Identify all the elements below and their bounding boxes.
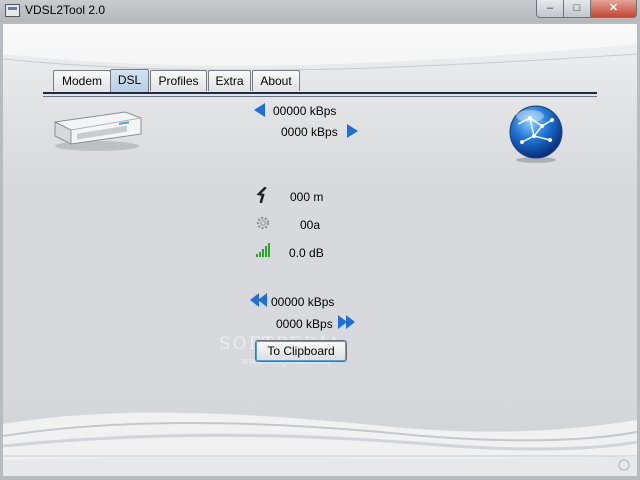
tab-underline-shadow xyxy=(43,96,597,97)
client-area: Modem DSL Profiles Extra About 00000 kBp… xyxy=(3,24,637,476)
tab-modem[interactable]: Modem xyxy=(53,70,111,91)
upstream-actual-rate: 00000 kBps xyxy=(273,104,337,118)
close-button[interactable]: ✕ xyxy=(590,0,637,18)
tab-extra-label: Extra xyxy=(215,74,244,88)
globe-icon xyxy=(509,105,563,163)
downstream-max-rate: 0000 kBps xyxy=(276,317,333,331)
tab-extra[interactable]: Extra xyxy=(208,70,251,91)
arrow-right-icon xyxy=(347,124,358,138)
tab-dsl[interactable]: DSL xyxy=(110,69,149,92)
resize-grip-icon[interactable] xyxy=(617,458,631,472)
double-arrow-left-icon xyxy=(250,293,270,307)
line-distance: 000 m xyxy=(290,190,324,204)
title-bar[interactable]: VDSL2Tool 2.0 – □ ✕ xyxy=(0,0,640,22)
upstream-max-rate: 00000 kBps xyxy=(271,295,335,309)
maximize-button[interactable]: □ xyxy=(563,0,591,18)
copy-to-clipboard-button[interactable]: To Clipboard xyxy=(255,340,347,362)
app-icon xyxy=(5,4,20,17)
tab-dsl-label: DSL xyxy=(117,73,142,87)
window-title: VDSL2Tool 2.0 xyxy=(25,3,106,17)
minimize-button[interactable]: – xyxy=(536,0,564,18)
line-profile: 00a xyxy=(300,218,321,232)
tab-about-label: About xyxy=(260,74,292,88)
tab-underline xyxy=(43,92,597,94)
gear-icon xyxy=(256,216,270,230)
app-window: VDSL2Tool 2.0 – □ ✕ Modem DSL Profiles E… xyxy=(0,0,640,480)
modem-icon xyxy=(54,111,142,151)
cable-icon xyxy=(256,187,267,203)
double-arrow-right-icon xyxy=(338,315,358,329)
line-snr: 0.0 dB xyxy=(289,246,324,260)
tab-modem-label: Modem xyxy=(61,74,102,88)
tab-profiles-label: Profiles xyxy=(158,74,199,88)
footer-wave xyxy=(3,412,637,476)
arrow-left-icon xyxy=(254,103,265,117)
tab-about[interactable]: About xyxy=(252,70,300,91)
signal-bars-icon xyxy=(256,243,270,257)
tab-profiles[interactable]: Profiles xyxy=(150,70,207,91)
downstream-actual-rate: 0000 kBps xyxy=(281,125,338,139)
